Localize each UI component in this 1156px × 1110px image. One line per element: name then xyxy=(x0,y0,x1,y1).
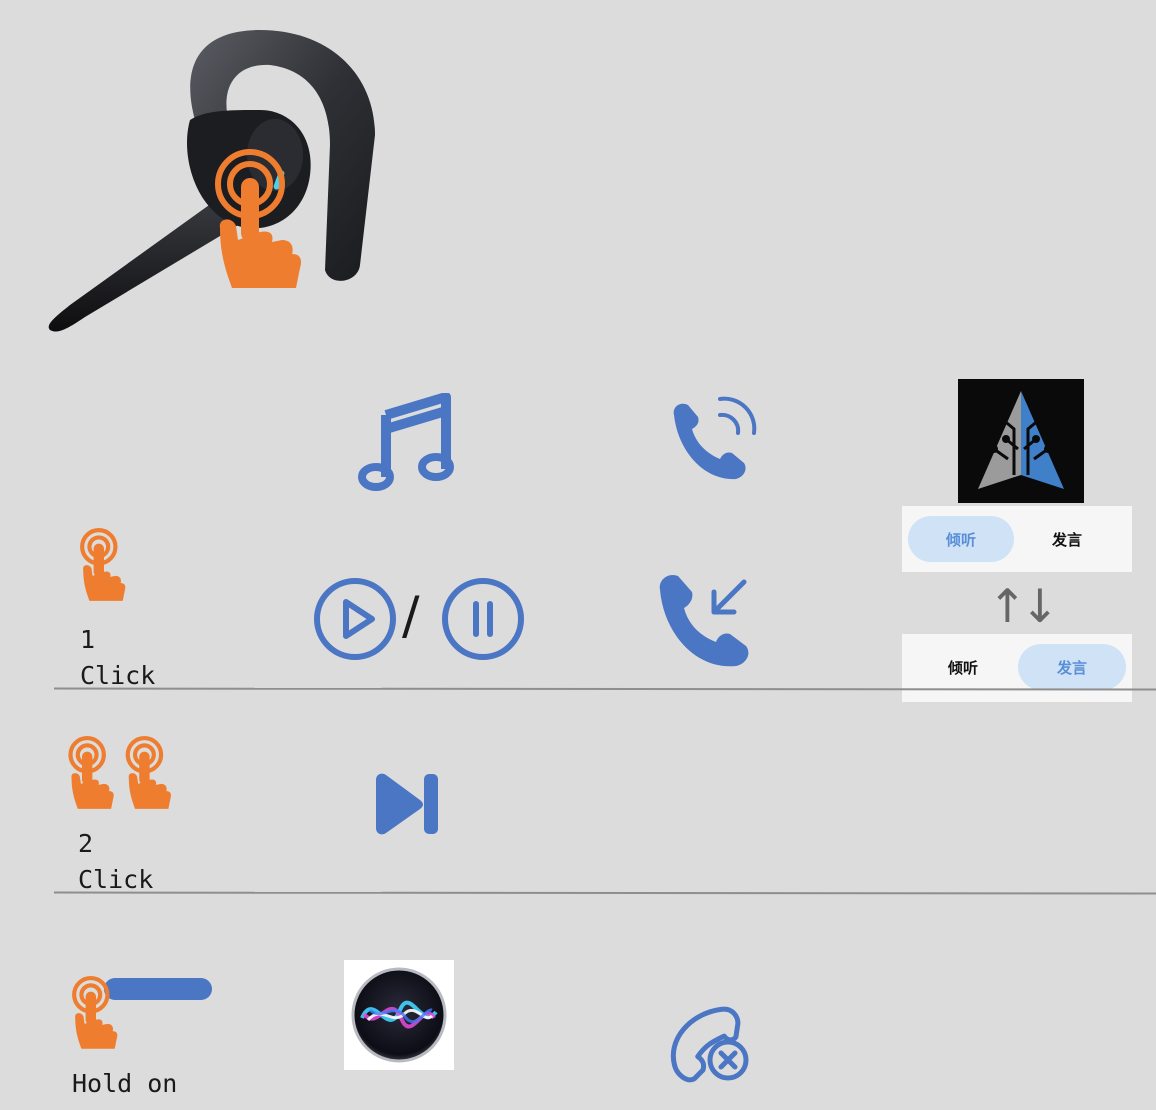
row2-count-label: 2 xyxy=(78,829,94,858)
row3-action-label: Hold on xyxy=(72,1069,178,1098)
music-note-icon xyxy=(358,393,454,493)
speak-pill[interactable]: 发言 xyxy=(1014,516,1120,562)
hold-hand-icon xyxy=(70,976,214,1052)
divider xyxy=(53,687,1156,691)
pause-icon xyxy=(440,576,526,662)
play-icon xyxy=(312,576,398,662)
play-pause-separator: / xyxy=(402,586,420,646)
toggle-speak-active: 倾听 发言 xyxy=(902,634,1132,702)
reject-call-icon xyxy=(652,994,756,1086)
tap-hand-icon xyxy=(210,148,310,294)
double-tap-hand-icon xyxy=(66,736,176,812)
listen-pill[interactable]: 倾听 xyxy=(908,644,1018,690)
single-tap-hand-icon xyxy=(78,528,130,604)
listen-pill[interactable]: 倾听 xyxy=(908,516,1014,562)
siri-icon xyxy=(344,960,454,1070)
app-logo-icon xyxy=(958,379,1084,503)
divider xyxy=(53,891,1156,895)
row1-count-label: 1 xyxy=(80,625,96,654)
incoming-call-icon xyxy=(664,393,760,489)
answer-call-icon xyxy=(652,570,760,672)
swap-arrows-icon: ↑↓ xyxy=(988,579,1059,633)
speak-pill[interactable]: 发言 xyxy=(1018,644,1126,690)
next-track-icon xyxy=(370,772,440,836)
toggle-listen-active: 倾听 发言 xyxy=(902,506,1132,572)
